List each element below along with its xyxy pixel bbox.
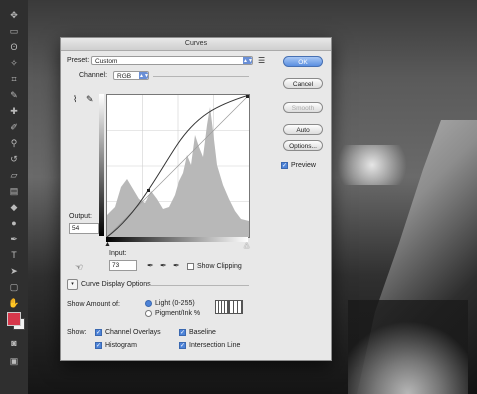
show-clipping-label: Show Clipping xyxy=(197,263,242,270)
pen-tool-icon[interactable]: ✒ xyxy=(8,234,20,244)
healing-tool-icon[interactable]: ✚ xyxy=(8,106,20,116)
input-gradient-bar xyxy=(106,237,248,242)
light-option-label: Light (0-255) xyxy=(155,300,195,307)
lasso-tool-icon[interactable]: ʘ xyxy=(8,42,20,52)
shape-tool-icon[interactable]: ▢ xyxy=(8,282,20,292)
marquee-tool-icon[interactable]: ▭ xyxy=(8,26,20,36)
curve-point xyxy=(147,189,150,192)
curve-graph[interactable] xyxy=(106,94,250,238)
dodge-tool-icon[interactable]: ● xyxy=(8,218,20,228)
auto-button[interactable]: Auto xyxy=(283,124,323,135)
cloud xyxy=(327,145,417,185)
black-point-slider-icon[interactable]: ▲ xyxy=(104,241,111,248)
white-eyedropper-icon[interactable]: ✒ xyxy=(173,261,180,270)
brush-tool-icon[interactable]: ✐ xyxy=(8,122,20,132)
smooth-button[interactable]: Smooth xyxy=(283,102,323,113)
histogram-checkbox[interactable]: ✓ xyxy=(95,342,102,349)
intersection-line-checkbox[interactable]: ✓ xyxy=(179,342,186,349)
white-point-slider-icon[interactable]: △ xyxy=(244,241,249,249)
output-label: Output: xyxy=(69,213,92,220)
move-tool-icon[interactable]: ✥ xyxy=(8,10,20,20)
output-field[interactable]: 54 xyxy=(69,223,99,234)
show-label: Show: xyxy=(67,329,87,336)
input-field[interactable]: 73 xyxy=(109,260,137,271)
hand-tool-icon[interactable]: ✋ xyxy=(8,298,20,308)
preview-label: Preview xyxy=(291,162,316,169)
preset-value: Custom xyxy=(95,58,118,65)
eyedropper-tool-icon[interactable]: ✎ xyxy=(8,90,20,100)
intersection-line-label: Intersection Line xyxy=(189,342,241,349)
pigment-radio[interactable] xyxy=(145,310,152,317)
type-tool-icon[interactable]: T xyxy=(8,250,20,260)
path-select-tool-icon[interactable]: ➤ xyxy=(8,266,20,276)
dialog-title: Curves xyxy=(61,38,331,51)
histogram-label: Histogram xyxy=(105,342,137,349)
black-eyedropper-icon[interactable]: ✒ xyxy=(147,261,154,270)
curve-endpoint xyxy=(246,95,249,98)
divider xyxy=(149,285,249,286)
show-clipping-checkbox[interactable] xyxy=(187,263,194,270)
cancel-button[interactable]: Cancel xyxy=(283,78,323,89)
curve-svg xyxy=(106,94,250,238)
chevron-updown-icon: ▲▼ xyxy=(243,57,253,64)
channel-value: RGB xyxy=(117,73,132,80)
channel-select[interactable]: RGB ▲▼ xyxy=(113,71,149,80)
targeted-adjustment-icon[interactable]: ☜ xyxy=(75,262,83,273)
display-options-title: Curve Display Options xyxy=(81,281,151,288)
foreground-color-swatch[interactable] xyxy=(7,312,21,326)
blur-tool-icon[interactable]: ◆ xyxy=(8,202,20,212)
divider xyxy=(153,76,249,77)
curve-edit-points-icon[interactable]: ⌇ xyxy=(73,94,77,105)
input-label: Input: xyxy=(109,250,127,257)
channel-label: Channel: xyxy=(79,72,108,79)
gray-eyedropper-icon[interactable]: ✒ xyxy=(160,261,167,270)
preset-options-icon[interactable]: ☰ xyxy=(258,56,265,65)
magic-wand-tool-icon[interactable]: ✧ xyxy=(8,58,20,68)
tools-panel: ✥ ▭ ʘ ✧ ⌗ ✎ ✚ ✐ ⚲ ↺ ▱ ▤ ◆ ● ✒ T ➤ ▢ ✋ ◙ … xyxy=(0,0,28,394)
screen-mode-icon[interactable]: ▣ xyxy=(8,356,20,366)
preset-label: Preset: xyxy=(67,57,90,64)
preview-checkbox[interactable]: ✓ xyxy=(281,162,288,169)
crop-tool-icon[interactable]: ⌗ xyxy=(8,74,20,84)
collapse-toggle-icon[interactable]: ▾ xyxy=(67,279,78,290)
curves-dialog: Curves Preset: Custom ▲▼ ☰ Channel: RGB … xyxy=(60,37,332,361)
grid-large-icon[interactable] xyxy=(229,300,243,314)
show-amount-label: Show Amount of: xyxy=(67,301,120,308)
pigment-option-label: Pigment/Ink % xyxy=(155,310,201,317)
grid-small-icon[interactable] xyxy=(215,300,229,314)
preset-select[interactable]: Custom ▲▼ xyxy=(91,56,253,65)
channel-overlays-checkbox[interactable]: ✓ xyxy=(95,329,102,336)
channel-overlays-label: Channel Overlays xyxy=(105,329,161,336)
stamp-tool-icon[interactable]: ⚲ xyxy=(8,138,20,148)
gradient-tool-icon[interactable]: ▤ xyxy=(8,186,20,196)
baseline-label: Baseline xyxy=(189,329,216,336)
ok-button[interactable]: OK xyxy=(283,56,323,67)
palm-leaves xyxy=(348,300,468,394)
baseline-checkbox[interactable]: ✓ xyxy=(179,329,186,336)
pencil-icon[interactable]: ✎ xyxy=(86,94,94,105)
chevron-updown-icon: ▲▼ xyxy=(139,72,149,79)
output-gradient-bar xyxy=(99,94,104,236)
quick-mask-icon[interactable]: ◙ xyxy=(8,338,20,348)
eraser-tool-icon[interactable]: ▱ xyxy=(8,170,20,180)
options-button[interactable]: Options... xyxy=(283,140,323,151)
light-radio[interactable] xyxy=(145,300,152,307)
history-brush-tool-icon[interactable]: ↺ xyxy=(8,154,20,164)
